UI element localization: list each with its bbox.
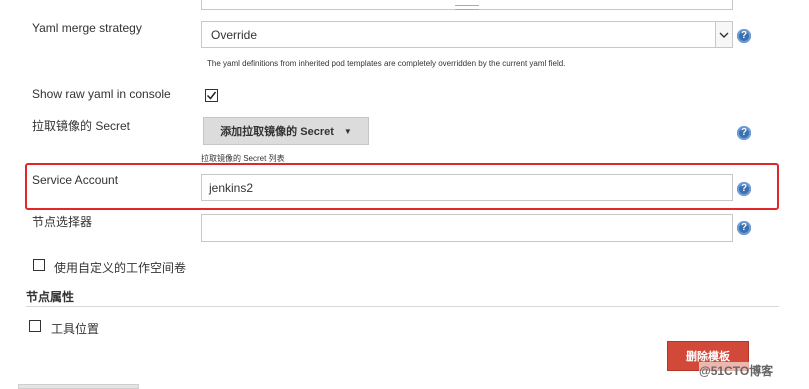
yaml-merge-strategy-description: The yaml definitions from inherited pod …: [207, 59, 566, 68]
show-raw-yaml-label: Show raw yaml in console: [32, 87, 171, 101]
custom-workspace-label: 使用自定义的工作空间卷: [54, 261, 187, 275]
image-pull-secret-label: 拉取镜像的 Secret: [32, 119, 131, 133]
tool-locations-checkbox[interactable]: [29, 320, 41, 332]
help-icon[interactable]: ?: [737, 29, 751, 43]
checkmark-icon: [206, 91, 217, 100]
yaml-merge-strategy-label: Yaml merge strategy: [32, 21, 142, 35]
service-account-label: Service Account: [32, 173, 119, 187]
node-selector-label: 节点选择器: [32, 215, 93, 229]
help-icon[interactable]: ?: [737, 126, 751, 140]
section-divider: [26, 306, 779, 307]
node-properties-heading: 节点属性: [26, 290, 75, 304]
help-icon[interactable]: ?: [737, 221, 751, 235]
help-icon[interactable]: ?: [737, 182, 751, 196]
caret-down-icon: ▼: [343, 126, 352, 136]
yaml-textarea-bottom[interactable]: [201, 0, 733, 10]
bottom-bar: [18, 384, 139, 389]
custom-workspace-checkbox[interactable]: [33, 259, 45, 271]
add-image-pull-secret-label: 添加拉取镜像的 Secret: [220, 126, 334, 138]
show-raw-yaml-checkbox[interactable]: [205, 89, 218, 102]
service-account-value: jenkins2: [209, 181, 254, 195]
yaml-merge-strategy-value: Override: [211, 28, 258, 42]
resize-grip-icon[interactable]: [455, 5, 479, 10]
yaml-merge-strategy-select[interactable]: Override: [201, 21, 733, 48]
chevron-down-icon[interactable]: [715, 22, 732, 47]
tool-locations-label: 工具位置: [51, 322, 100, 336]
watermark: @51CTO博客: [699, 362, 774, 379]
node-selector-input[interactable]: [201, 214, 733, 242]
service-account-input[interactable]: jenkins2: [201, 174, 733, 201]
add-image-pull-secret-button[interactable]: 添加拉取镜像的 Secret ▼: [203, 117, 369, 145]
